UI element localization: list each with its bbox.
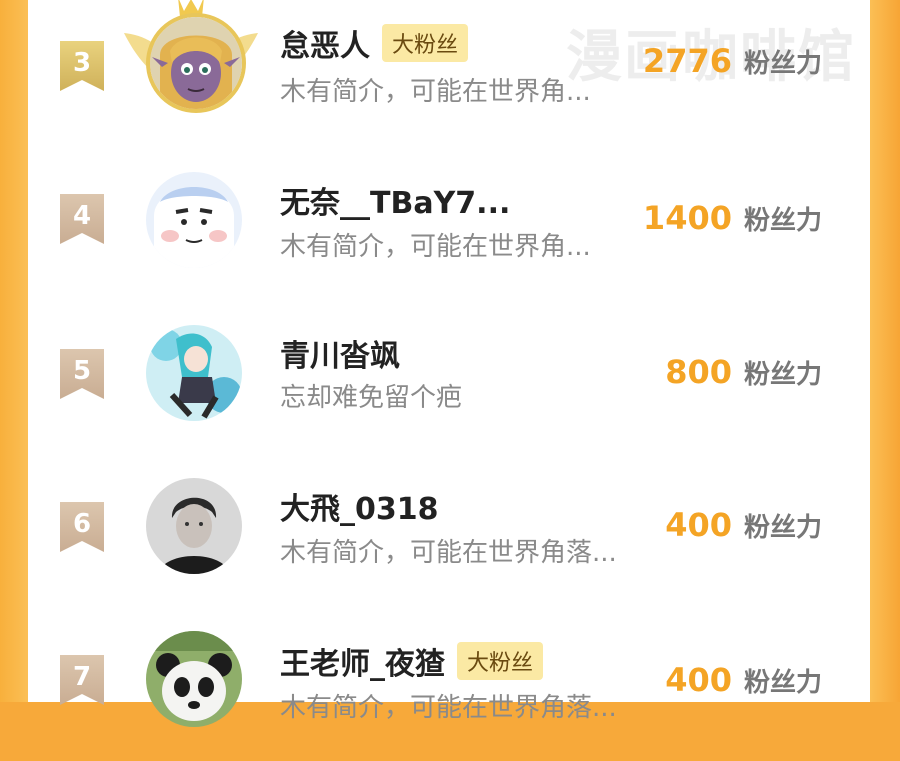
fan-power-score: 800 粉丝力: [665, 353, 822, 391]
fan-power-value: 800: [665, 353, 732, 391]
anime-girl-avatar[interactable]: [146, 325, 242, 421]
rank-badge: 6: [60, 502, 104, 552]
ranking-row-5[interactable]: 5 青川沓飒 忘却难免留个疤 800 粉丝力: [28, 305, 870, 455]
user-bio: 木有简介，可能在世界角...: [280, 77, 591, 107]
ranking-row-6[interactable]: 6 大飛_0318 木有简介，可能在世界角落... 400 粉丝力: [28, 458, 870, 608]
ranking-row-7[interactable]: 7 王老师_夜猹 大粉丝 木有简介，可能在世界角落... 400 粉丝力: [28, 611, 870, 761]
ranking-row-4[interactable]: 4 无奈__TBaY7... 木有简介，可能在世界角... 1400 粉丝力: [28, 150, 870, 300]
elf-girl-avatar[interactable]: [146, 13, 246, 113]
user-bio: 忘却难免留个疤: [280, 383, 463, 413]
fan-power-value: 2776: [642, 42, 732, 80]
user-name[interactable]: 大飛_0318: [280, 484, 439, 528]
fan-power-score: 2776 粉丝力: [643, 42, 822, 80]
fan-ranking-panel: 漫画咖啡馆 3 怠恶人 大粉丝 木有简介，可能在世界角... 2776 粉丝力 …: [28, 0, 870, 727]
rank-badge: 7: [60, 655, 104, 705]
user-name-line: 大飛_0318: [280, 484, 439, 528]
rank-badge: 5: [60, 349, 104, 399]
fan-power-unit: 粉丝力: [743, 668, 822, 698]
right-border: [870, 0, 900, 702]
user-name[interactable]: 青川沓飒: [280, 331, 400, 375]
rank-badge: 4: [60, 194, 104, 244]
panda-avatar[interactable]: [146, 631, 242, 727]
user-name[interactable]: 怠恶人: [280, 21, 370, 65]
fan-power-value: 400: [665, 506, 732, 544]
fan-power-unit: 粉丝力: [743, 49, 822, 79]
ranking-row-3[interactable]: 3 怠恶人 大粉丝 木有简介，可能在世界角... 2776 粉丝力: [28, 0, 870, 147]
user-name-line: 怠恶人 大粉丝: [280, 21, 469, 65]
fan-power-unit: 粉丝力: [743, 513, 822, 543]
user-name-line: 青川沓飒: [280, 331, 400, 375]
left-border: [0, 0, 28, 702]
big-fan-badge: 大粉丝: [382, 24, 469, 62]
rank-badge: 3: [60, 41, 104, 91]
fan-power-score: 400 粉丝力: [665, 661, 822, 699]
user-bio: 木有简介，可能在世界角落...: [280, 693, 617, 723]
fan-power-score: 1400 粉丝力: [643, 199, 822, 237]
fan-power-unit: 粉丝力: [743, 206, 822, 236]
fan-power-value: 1400: [642, 199, 732, 237]
fan-power-score: 400 粉丝力: [665, 506, 822, 544]
user-bio: 木有简介，可能在世界角...: [280, 232, 591, 262]
user-bio: 木有简介，可能在世界角落...: [280, 538, 617, 568]
fan-power-unit: 粉丝力: [743, 360, 822, 390]
user-name-line: 无奈__TBaY7...: [280, 178, 510, 222]
fan-power-value: 400: [665, 661, 732, 699]
portrait-avatar[interactable]: [146, 478, 242, 574]
cartoon-boy-avatar[interactable]: [146, 172, 242, 268]
user-name[interactable]: 王老师_夜猹: [280, 639, 445, 683]
user-name[interactable]: 无奈__TBaY7...: [280, 178, 510, 222]
user-name-line: 王老师_夜猹 大粉丝: [280, 639, 544, 683]
big-fan-badge: 大粉丝: [457, 642, 544, 680]
